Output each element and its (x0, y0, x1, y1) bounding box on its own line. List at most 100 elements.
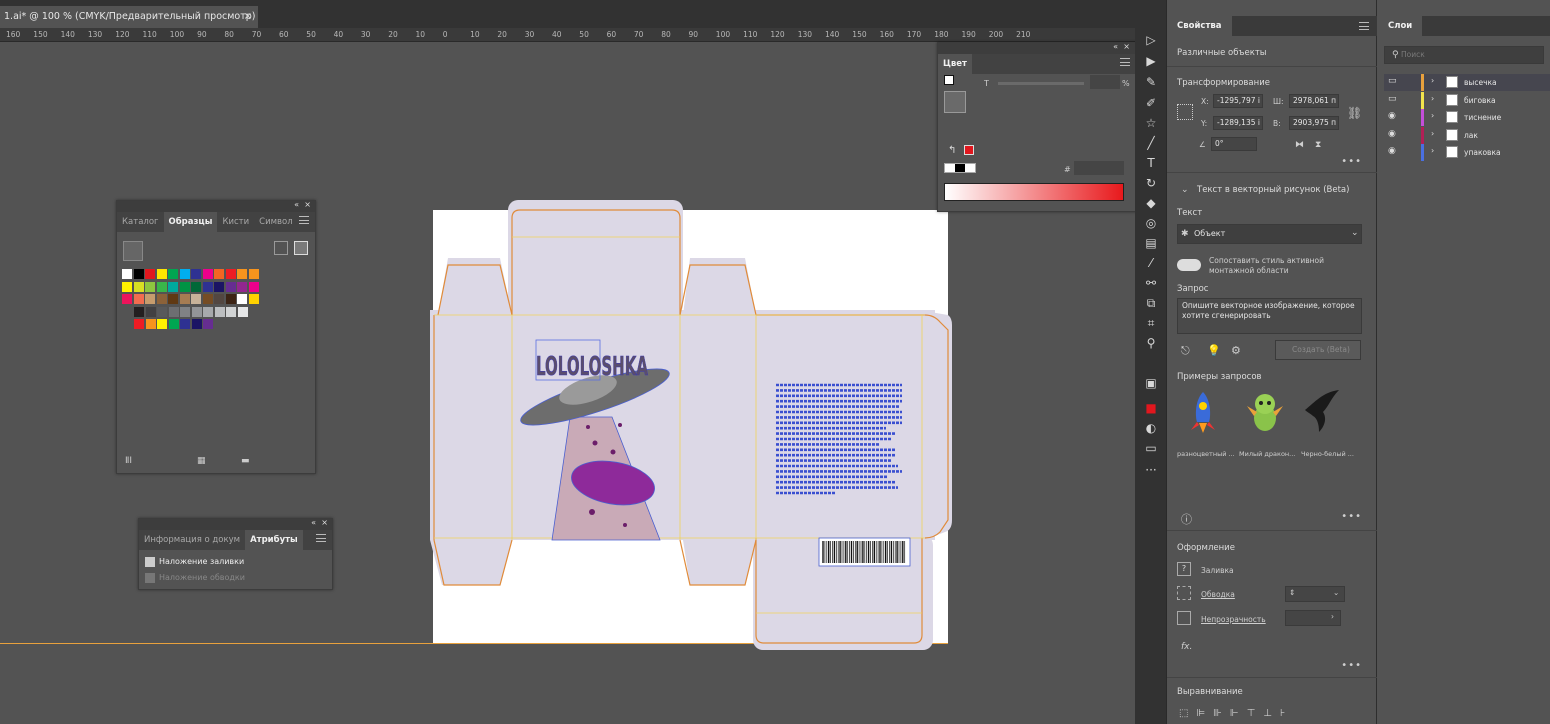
swatch-grid[interactable] (122, 269, 302, 349)
panel-drag-bar[interactable]: « × (938, 42, 1136, 54)
color-swatch[interactable] (156, 269, 167, 279)
color-swatch[interactable] (191, 269, 201, 279)
color-swatch[interactable] (122, 294, 132, 304)
angle-field[interactable]: 0° (1211, 137, 1257, 151)
color-swatch[interactable] (225, 294, 236, 304)
horizontal-ruler[interactable]: 160 150 140 130 120 110 100 90 80 70 60 50 40 30 20 10 0… (0, 28, 1135, 42)
color-swatch[interactable] (145, 319, 156, 329)
color-swatch[interactable] (145, 281, 155, 292)
height-field[interactable]: 2903,975 п (1289, 116, 1339, 130)
zoom-tool-icon[interactable]: ⚲ (1143, 335, 1159, 351)
chevron-down-icon[interactable]: ⌄ (1181, 185, 1189, 195)
color-swatch[interactable] (226, 306, 236, 317)
tab-document-info[interactable]: Информация о докум (139, 530, 245, 550)
fill-stroke-proxy-icon[interactable] (944, 91, 966, 113)
collapse-icon[interactable]: « (1113, 42, 1118, 51)
color-swatch[interactable] (191, 306, 202, 317)
visibility-eye-icon[interactable]: ◉ (1388, 146, 1398, 156)
color-swatch[interactable] (168, 269, 178, 279)
panel-drag-bar[interactable]: « × (139, 518, 332, 530)
active-fill-chip[interactable] (964, 145, 974, 155)
color-swatch[interactable] (180, 319, 190, 329)
color-swatch[interactable] (237, 294, 247, 304)
visibility-eye-icon[interactable]: ◉ (1388, 129, 1398, 139)
y-field[interactable]: -1289,135 i (1213, 116, 1263, 130)
blend-tool-icon[interactable]: ⚯ (1143, 275, 1159, 291)
star-tool-icon[interactable]: ☆ (1143, 115, 1159, 131)
color-swatch[interactable] (191, 294, 201, 304)
pen-tool-icon[interactable]: ✎ (1143, 74, 1159, 90)
panel-menu-icon[interactable] (316, 534, 326, 542)
draw-mode-icon[interactable]: ◐ (1143, 420, 1159, 436)
layers-search-input[interactable]: Поиск (1384, 46, 1544, 64)
width-field[interactable]: 2978,061 п (1289, 94, 1339, 108)
flip-vertical-icon[interactable]: ⧗ (1315, 140, 1321, 150)
color-swatch[interactable] (203, 319, 213, 329)
fill-stroke-swatch-icon[interactable]: ▣ (1143, 375, 1159, 391)
shape-builder-tool-icon[interactable]: ⧉ (1143, 295, 1159, 311)
color-swatch[interactable] (225, 281, 236, 292)
stroke-swatch-icon[interactable] (1177, 586, 1191, 600)
warp-tool-icon[interactable]: ◎ (1143, 215, 1159, 231)
align-buttons[interactable]: ⬚⊫⊪⊩⊤⊥⊦ (1179, 708, 1293, 719)
document-tab[interactable]: 1.ai* @ 100 % (CMYK/Предварительный прос… (0, 6, 258, 28)
close-icon[interactable]: × (304, 200, 311, 209)
stroke-label[interactable]: Обводка (1201, 590, 1235, 599)
selection-tool-icon[interactable]: ▷ (1143, 32, 1159, 48)
hex-input[interactable] (1074, 161, 1124, 175)
color-swatch[interactable] (157, 319, 167, 329)
tab-layers[interactable]: Слои (1378, 16, 1423, 36)
more-tools-icon[interactable]: ··· (1143, 462, 1159, 478)
close-tab-icon[interactable]: × (244, 6, 252, 28)
opacity-label[interactable]: Непрозрачность (1201, 615, 1266, 624)
rotate-tool-icon[interactable]: ↻ (1143, 175, 1159, 191)
stepper-icon[interactable]: ⇕ (1289, 588, 1295, 597)
tab-symbols[interactable]: Символ (254, 212, 298, 232)
new-group-folder-icon[interactable]: ▬ (241, 456, 250, 466)
panel-menu-icon[interactable] (1120, 58, 1130, 66)
color-swatch[interactable] (134, 306, 144, 317)
eraser-tool-icon[interactable]: ◆ (1143, 195, 1159, 211)
grid-view-icon[interactable] (294, 241, 308, 255)
chevron-right-icon[interactable]: › (1431, 111, 1434, 120)
color-swatch[interactable] (248, 281, 259, 292)
color-swatch[interactable] (134, 319, 144, 329)
color-swatch[interactable] (225, 269, 236, 279)
object-dropdown[interactable]: Объект (1177, 224, 1362, 244)
color-swatch[interactable] (191, 281, 201, 292)
chevron-right-icon[interactable]: › (1431, 76, 1434, 85)
chevron-down-icon[interactable]: ⌄ (1333, 588, 1339, 597)
tab-brushes[interactable]: Кисти (217, 212, 254, 232)
color-swatch[interactable] (168, 319, 179, 329)
color-swatch[interactable] (156, 281, 167, 292)
default-colors-icon[interactable] (944, 75, 954, 85)
tint-input[interactable] (1090, 75, 1120, 89)
screen-mode-icon[interactable]: ▭ (1143, 440, 1159, 456)
chevron-down-icon[interactable]: ⌄ (1351, 228, 1359, 238)
color-swatch[interactable] (202, 294, 213, 304)
overprint-stroke-checkbox[interactable] (145, 573, 155, 583)
opacity-swatch-icon[interactable] (1177, 611, 1191, 625)
layer-row[interactable]: ▭ › биговка (1384, 91, 1550, 109)
swatch-library-icon[interactable]: ⅡⅠ (125, 456, 132, 466)
color-swatch[interactable] (133, 269, 144, 279)
color-swatch[interactable] (156, 294, 167, 304)
angle-icon[interactable]: ∠ (1199, 140, 1206, 149)
info-icon[interactable]: ⓘ (1181, 511, 1192, 527)
color-swatch[interactable] (122, 269, 132, 279)
panel-menu-icon[interactable] (299, 216, 309, 224)
color-swatch[interactable] (179, 269, 190, 279)
color-swatch[interactable] (237, 269, 247, 279)
flip-horizontal-icon[interactable]: ⧓ (1295, 140, 1304, 150)
prompt-input[interactable]: Опишите векторное изображение, которое х… (1177, 298, 1362, 334)
packaging-dieline[interactable]: LOLOLOSHKA (420, 200, 965, 652)
color-swatch[interactable] (145, 306, 156, 317)
color-swatch[interactable] (122, 281, 132, 292)
color-swatch[interactable] (168, 306, 179, 317)
tab-color[interactable]: Цвет (938, 54, 972, 74)
color-swatch[interactable] (202, 269, 213, 279)
color-swatch[interactable] (179, 281, 190, 292)
artboard-tool-icon[interactable]: ⌗ (1143, 315, 1159, 331)
tab-catalog[interactable]: Каталог (117, 212, 164, 232)
eyedropper-tool-icon[interactable]: ⁄ (1143, 255, 1159, 271)
